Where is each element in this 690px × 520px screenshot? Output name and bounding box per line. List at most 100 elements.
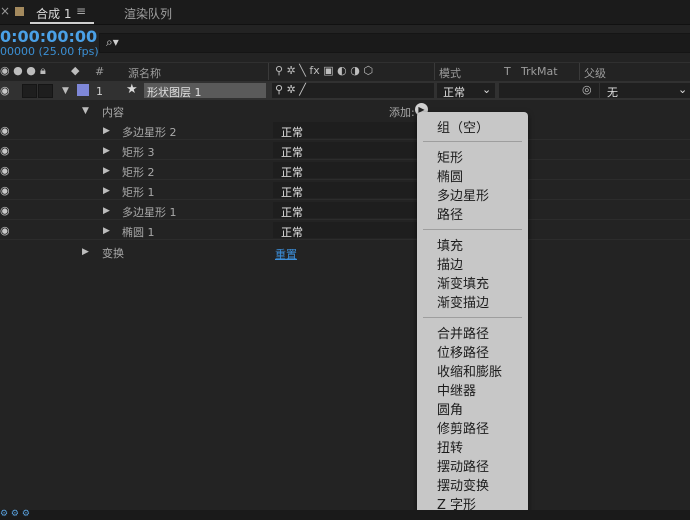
menu-item[interactable]: 矩形 <box>437 147 463 166</box>
content-item-name[interactable]: 多边星形 1 <box>122 204 177 220</box>
parent-dropdown[interactable]: 无 ⌄ <box>600 83 690 99</box>
frame-rate-display: 00000 (25.00 fps) <box>0 45 99 58</box>
row-divider <box>0 159 690 160</box>
content-item-name[interactable]: 椭圆 1 <box>122 224 155 240</box>
content-item-name[interactable]: 矩形 1 <box>122 184 155 200</box>
audio-switch[interactable] <box>22 84 37 98</box>
expand-contents-icon[interactable]: ▼ <box>82 106 89 116</box>
menu-item[interactable]: 收缩和膨胀 <box>437 361 502 380</box>
switches-icons: ⚲ ✲ ╲ fx ▣ ◐ ◑ ⬡ <box>275 64 373 77</box>
expand-transform-icon[interactable]: ▶ <box>82 247 89 257</box>
blend-mode-dropdown[interactable]: 正常 <box>273 122 417 139</box>
content-item-name[interactable]: 多边星形 2 <box>122 124 177 140</box>
column-source-name[interactable]: 源名称 <box>128 65 161 81</box>
menu-item[interactable]: 渐变填充 <box>437 273 489 292</box>
label-tag-icon: ◆ <box>71 64 80 77</box>
add-menu: 组（空） 矩形 椭圆 多边星形 路径填充 描边 渐变填充 渐变描边合并路径 位移路径 收缩和膨胀中… <box>417 112 528 517</box>
lock-switch[interactable] <box>38 84 53 98</box>
layer-name-field[interactable]: 形状图层 1 <box>144 83 266 99</box>
add-label: 添加: <box>389 106 415 119</box>
menu-item[interactable]: 中继器 <box>437 380 476 399</box>
expand-item-icon[interactable]: ▶ <box>103 126 110 136</box>
visibility-eye-icon[interactable]: ◉ <box>0 144 10 157</box>
comp-color-swatch <box>15 7 24 16</box>
active-tab-indicator <box>30 22 94 24</box>
visibility-eye-icon[interactable]: ◉ <box>0 124 10 137</box>
expand-item-icon[interactable]: ▶ <box>103 186 110 196</box>
column-divider <box>434 63 435 80</box>
tab-composition[interactable]: 合成 1 <box>36 5 71 22</box>
layer-mode-value: 正常 <box>443 86 465 99</box>
transform-label: 变换 <box>102 247 124 260</box>
menu-item[interactable]: 合并路径 <box>437 323 489 342</box>
menu-item[interactable]: 多边星形 <box>437 185 489 204</box>
expand-layer-icon[interactable]: ▼ <box>62 86 69 96</box>
menu-item[interactable]: 摆动路径 <box>437 456 489 475</box>
expand-item-icon[interactable]: ▶ <box>103 226 110 236</box>
bottom-toolbar-icons[interactable]: ⚙ ⚙ ⚙ <box>0 509 30 519</box>
visibility-eye-icon[interactable]: ◉ <box>0 164 10 177</box>
expand-item-icon[interactable]: ▶ <box>103 166 110 176</box>
content-item-name[interactable]: 矩形 2 <box>122 164 155 180</box>
blend-mode-value: 正常 <box>281 206 303 219</box>
menu-separator <box>423 229 522 230</box>
menu-item[interactable]: 摆动变换 <box>437 475 489 494</box>
visibility-eye-icon[interactable]: ◉ <box>0 224 10 237</box>
menu-item[interactable]: 位移路径 <box>437 342 489 361</box>
contents-label: 内容 <box>102 106 124 119</box>
layer-mode-dropdown[interactable]: 正常 ⌄ <box>437 83 495 99</box>
blend-mode-value: 正常 <box>281 186 303 199</box>
menu-item[interactable]: 圆角 <box>437 399 463 418</box>
search-icon[interactable]: ⌕▾ <box>106 35 119 50</box>
menu-item[interactable]: 修剪路径 <box>437 418 489 437</box>
reset-link[interactable]: 重置 <box>275 246 297 262</box>
content-item-name[interactable]: 矩形 3 <box>122 144 155 160</box>
expand-item-icon[interactable]: ▶ <box>103 146 110 156</box>
blend-mode-dropdown[interactable]: 正常 <box>273 142 417 159</box>
panel-menu-icon[interactable]: ≡ <box>76 4 86 18</box>
blend-mode-dropdown[interactable]: 正常 <box>273 162 417 179</box>
parent-value: 无 <box>607 86 618 99</box>
blend-mode-dropdown[interactable]: 正常 <box>273 182 417 199</box>
row-divider <box>0 179 690 180</box>
current-time-display[interactable]: 0:00:00:00 <box>0 27 97 46</box>
lock-column-icon: 🔒︎ <box>40 64 46 77</box>
menu-item[interactable]: 路径 <box>437 204 463 223</box>
row-divider <box>0 219 690 220</box>
layer-name: 形状图层 1 <box>147 86 202 99</box>
layer-number: 1 <box>96 85 103 98</box>
blend-mode-value: 正常 <box>281 166 303 179</box>
tab-bar <box>0 0 690 25</box>
column-mode[interactable]: 模式 <box>439 65 461 81</box>
menu-separator <box>423 317 522 318</box>
layer-switches[interactable]: ⚲ ✲ ╱ <box>272 83 434 98</box>
search-input[interactable] <box>99 33 690 53</box>
shy-collapse-icon[interactable]: ⚲ ✲ ╱ <box>275 83 306 96</box>
chevron-down-icon: ⌄ <box>482 83 492 96</box>
chevron-down-icon: ⌄ <box>678 83 688 96</box>
pickwhip-icon[interactable]: ◎ <box>582 83 592 96</box>
visibility-eye-icon[interactable]: ◉ <box>0 84 10 97</box>
blend-mode-dropdown[interactable]: 正常 <box>273 202 417 219</box>
close-tab-icon[interactable]: × <box>0 4 10 18</box>
menu-item[interactable]: 椭圆 <box>437 166 463 185</box>
column-trkmat[interactable]: TrkMat <box>521 65 558 78</box>
tab-render-queue[interactable]: 渲染队列 <box>124 5 172 22</box>
menu-item[interactable]: 描边 <box>437 254 463 273</box>
column-t: T <box>504 65 511 78</box>
row-divider <box>0 199 690 200</box>
blend-mode-dropdown[interactable]: 正常 <box>273 222 417 239</box>
expand-item-icon[interactable]: ▶ <box>103 206 110 216</box>
menu-item[interactable]: 渐变描边 <box>437 292 489 311</box>
visibility-eye-icon[interactable]: ◉ <box>0 184 10 197</box>
blend-mode-value: 正常 <box>281 146 303 159</box>
eye-column-icon: ◉ ● ● <box>0 64 36 77</box>
visibility-eye-icon[interactable]: ◉ <box>0 204 10 217</box>
menu-item[interactable]: 组（空） <box>437 117 489 136</box>
menu-separator <box>423 141 522 142</box>
row-divider <box>0 139 690 140</box>
column-parent[interactable]: 父级 <box>584 65 606 81</box>
layer-label-color[interactable] <box>77 84 89 96</box>
menu-item[interactable]: 扭转 <box>437 437 463 456</box>
menu-item[interactable]: 填充 <box>437 235 463 254</box>
